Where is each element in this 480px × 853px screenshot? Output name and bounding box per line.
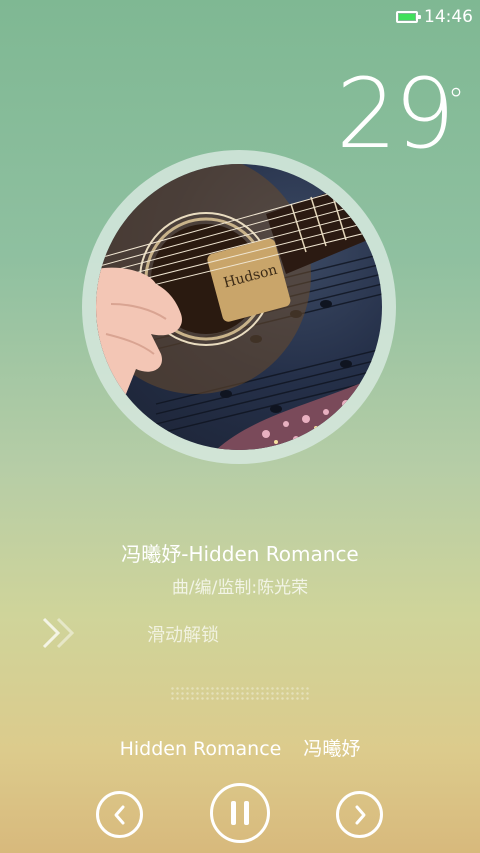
temperature-unit: ° (448, 81, 464, 119)
status-clock: 14:46 (424, 7, 473, 27)
unlock-label[interactable]: 滑动解锁 (147, 621, 219, 647)
previous-track-button[interactable] (96, 791, 143, 838)
now-playing-title: Hidden Romance (119, 738, 282, 760)
double-chevron-right-icon[interactable] (40, 615, 80, 651)
weather-temperature: 29 ° (336, 66, 464, 162)
pause-icon (231, 801, 249, 825)
status-bar: 14:46 (0, 0, 480, 36)
chevron-left-icon (114, 805, 124, 824)
album-art-frame: Hudson (82, 150, 396, 464)
album-art[interactable]: Hudson (96, 164, 382, 450)
song-title: 冯曦妤-Hidden Romance (121, 542, 359, 566)
now-playing: Hidden Romance 冯曦妤 (0, 734, 480, 761)
pause-button[interactable] (210, 783, 270, 843)
battery-icon (396, 11, 421, 23)
song-credit: 曲/编/监制:陈光荣 (171, 578, 309, 598)
next-track-button[interactable] (336, 791, 383, 838)
decorative-dots (170, 686, 310, 700)
now-playing-artist: 冯曦妤 (303, 738, 361, 760)
chevron-right-icon (355, 805, 365, 824)
temperature-value: 29 (336, 58, 455, 170)
